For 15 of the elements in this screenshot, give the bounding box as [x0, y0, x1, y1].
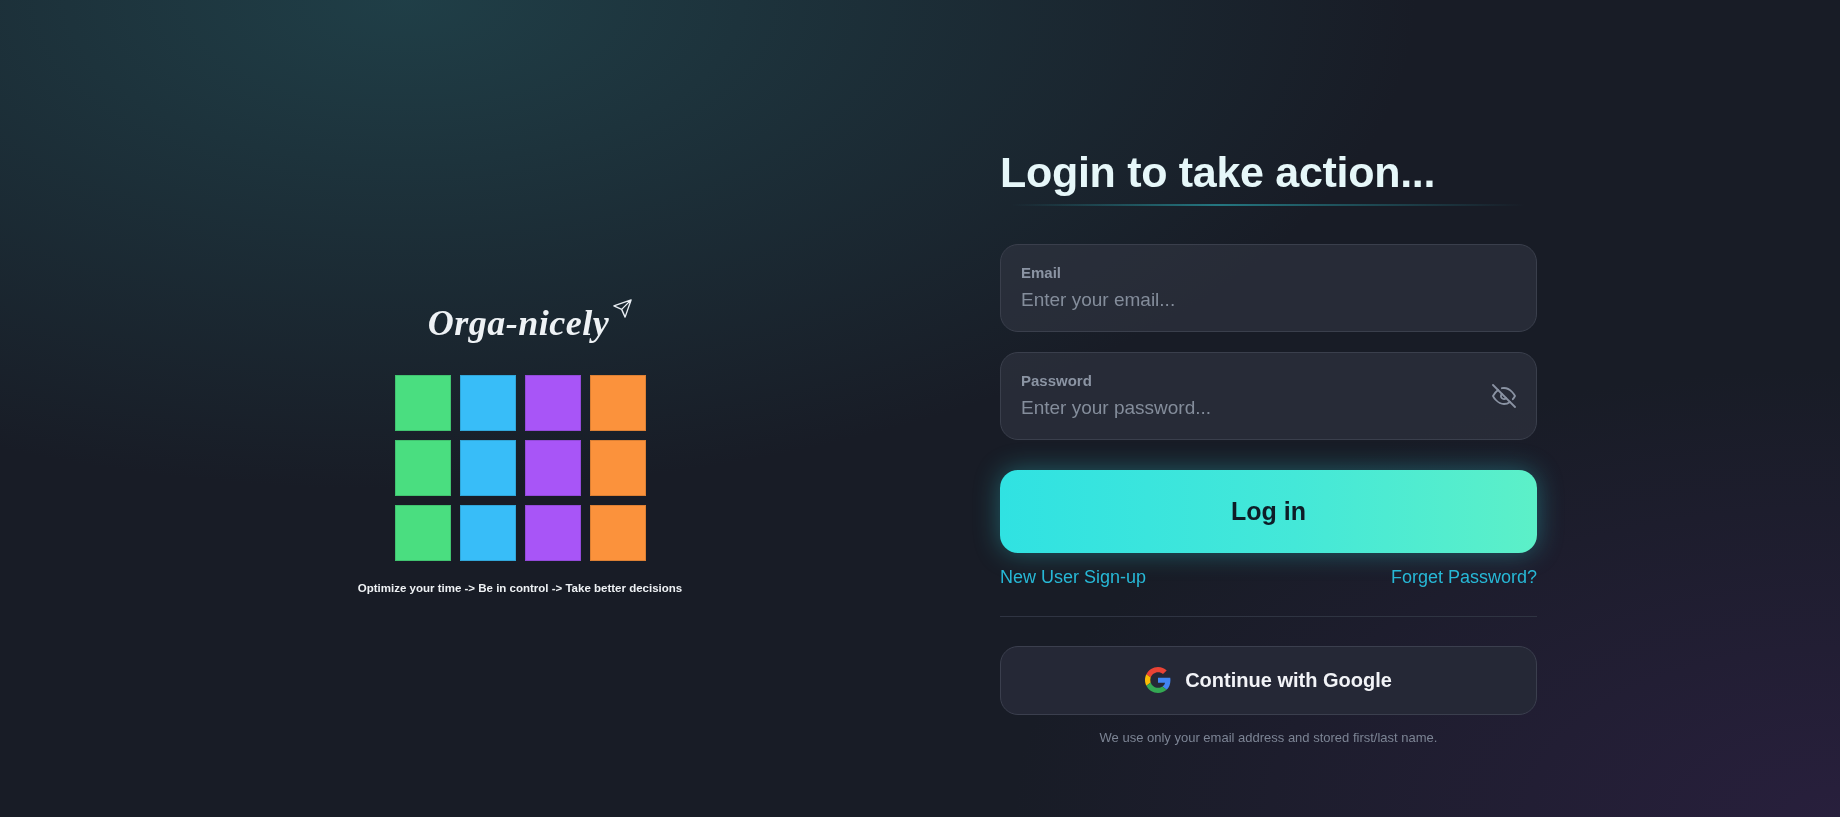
email-field[interactable]: Email Enter your email... [1000, 243, 1537, 332]
logo-wordmark: Orga-nicely [427, 301, 610, 345]
forgot-password-link[interactable]: Forget Password? [1390, 565, 1537, 588]
paper-plane-icon [613, 298, 633, 318]
tagline: Optimize your time -> Be in control -> Take better decisions [357, 580, 683, 595]
privacy-note: We use only your email address and stored first/last name. [1098, 729, 1439, 746]
password-input[interactable]: Enter your password... [1021, 395, 1490, 420]
google-button[interactable]: Continue with Google [1000, 645, 1537, 715]
field-label: Email [1021, 263, 1062, 282]
email-input[interactable]: Enter your email... [1021, 287, 1518, 312]
login-title: Login to take action... [1000, 147, 1437, 196]
google-logo-icon [1145, 667, 1172, 693]
field-label: Password [1021, 371, 1092, 390]
login-button[interactable]: Log in [1000, 469, 1537, 553]
signup-link[interactable]: New User Sign-up [1000, 565, 1147, 588]
